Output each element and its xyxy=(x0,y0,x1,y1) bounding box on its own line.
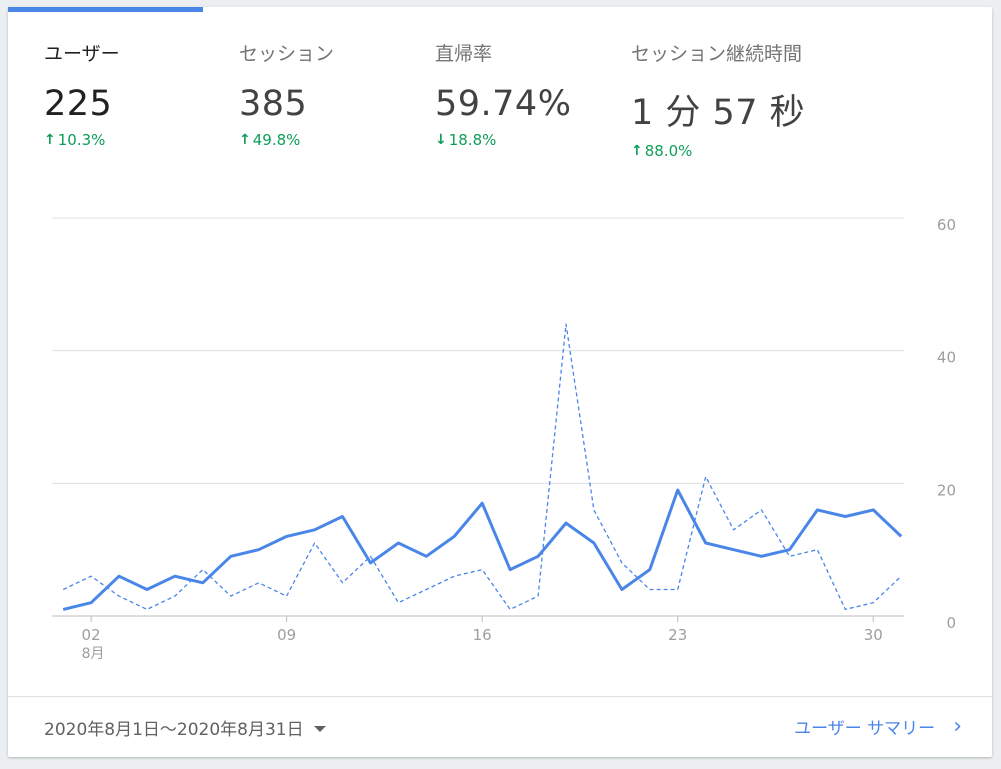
footer-divider xyxy=(8,696,992,697)
user-summary-link[interactable]: ユーザー サマリー › xyxy=(794,714,962,739)
series-line-current xyxy=(62,488,903,611)
x-tick-label: 30 xyxy=(864,626,883,644)
y-tick-label: 0 xyxy=(946,614,956,632)
x-tick-label: 09 xyxy=(277,626,296,644)
y-tick-label: 20 xyxy=(937,481,956,499)
chevron-right-icon: › xyxy=(953,713,962,739)
x-tick-label: 02 xyxy=(82,626,101,644)
x-tick-label: 16 xyxy=(473,626,492,644)
line-chart: 0 20 40 60 02 8月 09 16 23 30 xyxy=(52,216,956,662)
y-tick-label: 60 xyxy=(937,216,956,234)
date-range-selector[interactable]: 2020年8月1日～2020年8月31日 xyxy=(44,715,326,740)
user-summary-label: ユーザー サマリー xyxy=(794,719,936,739)
overview-card: ユーザー 225 ↑ 10.3% セッション 385 ↑ 49.8% 直帰率 59.74% ↓ 18.… xyxy=(8,7,992,757)
series-line-previous xyxy=(62,323,902,611)
x-tick-label: 23 xyxy=(668,626,687,644)
date-range-label: 2020年8月1日～2020年8月31日 xyxy=(44,720,304,740)
x-tick-sublabel: 8月 xyxy=(82,646,105,662)
caret-down-icon xyxy=(313,726,326,732)
y-tick-label: 40 xyxy=(937,349,956,367)
